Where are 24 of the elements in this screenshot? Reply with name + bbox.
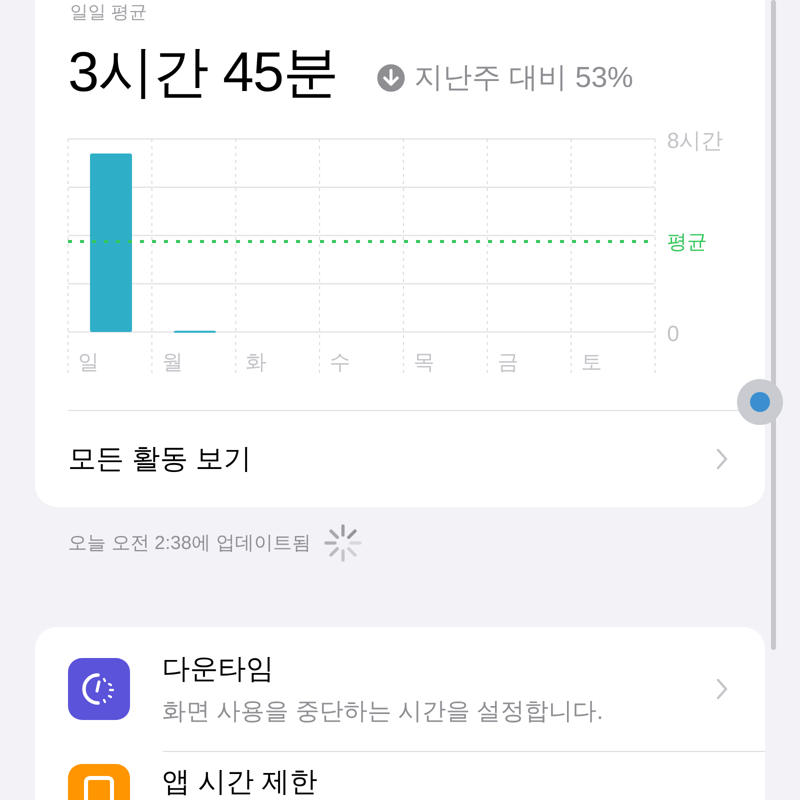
day-label: 월	[162, 351, 183, 374]
day-label: 토	[581, 351, 602, 374]
all-activity-row[interactable]: 모든 활동 보기	[35, 411, 765, 507]
average-label: 평균	[667, 232, 707, 254]
axis-label: 8시간	[667, 128, 724, 153]
setting-title: 앱 시간 제한	[162, 765, 319, 799]
day-label: 금	[497, 351, 518, 374]
total-time: 3시간 45분	[68, 39, 338, 105]
settings-row[interactable]: 다운타임 화면 사용을 중단하는 시간을 설정합니다.	[35, 627, 765, 751]
settings-row[interactable]: 앱 시간 제한	[35, 752, 765, 800]
usage-bar	[174, 330, 216, 333]
setting-title: 다운타임	[162, 652, 275, 686]
chevron-icon	[716, 678, 728, 700]
day-label: 목	[413, 351, 434, 374]
trend-text: 지난주 대비 53%	[414, 61, 634, 96]
updated-text: 오늘 오전 2:38에 업데이트됨	[68, 532, 311, 556]
day-label: 일	[78, 351, 99, 374]
setting-subtitle: 화면 사용을 중단하는 시간을 설정합니다.	[162, 697, 604, 727]
chevron-icon	[716, 448, 728, 470]
day-label: 수	[330, 351, 351, 374]
moon-clock-icon	[68, 658, 130, 720]
summary-label: 일일 평균	[70, 2, 148, 22]
axis-label: 0	[667, 321, 680, 346]
day-label: 화	[246, 351, 267, 374]
